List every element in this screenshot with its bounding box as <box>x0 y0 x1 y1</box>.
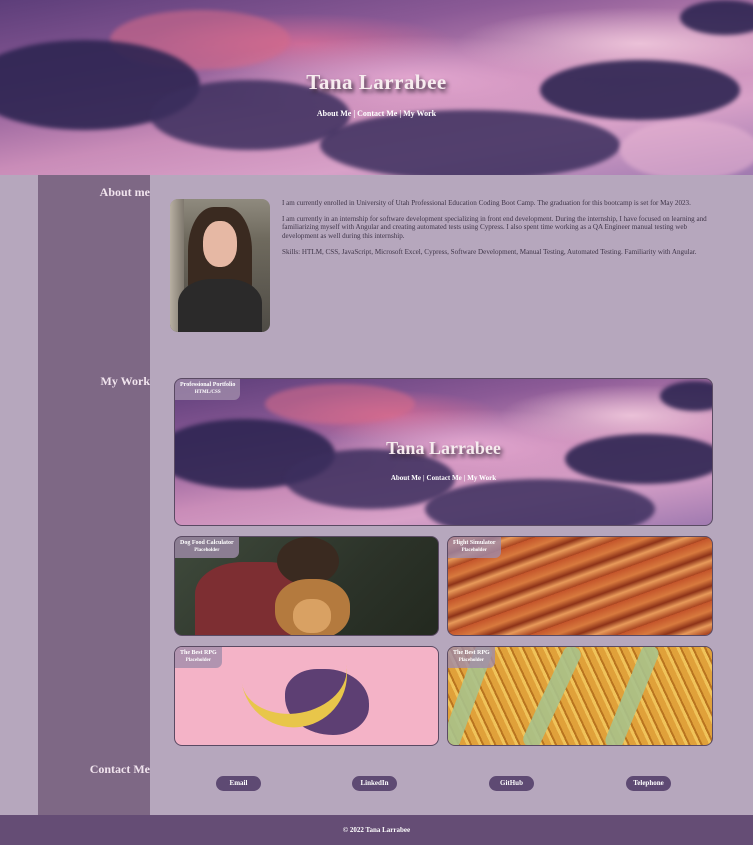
photo-body <box>178 279 262 332</box>
photo-person-head <box>277 537 339 585</box>
preview-nav-item: Contact Me <box>426 474 462 482</box>
section-sidebar: About me My Work Contact Me <box>38 175 150 815</box>
project-subtitle: Placeholder <box>458 658 484 663</box>
project-title: The Best RPG <box>453 650 490 656</box>
about-section-heading: About me <box>99 185 150 199</box>
preview-nav-item: My Work <box>467 474 497 482</box>
nav-link-contact[interactable]: Contact Me <box>357 109 397 118</box>
work-section-heading: My Work <box>100 374 150 388</box>
linkedin-button[interactable]: LinkedIn <box>352 776 397 791</box>
about-paragraph: I am currently enrolled in University of… <box>282 199 691 207</box>
project-title: Dog Food Calculator <box>180 540 234 546</box>
preview-nav-item: About Me <box>390 474 421 482</box>
cloud-decoration <box>265 384 415 424</box>
project-label: Flight Simulator Placeholder <box>448 537 501 558</box>
project-title: Flight Simulator <box>453 540 496 546</box>
site-footer: © 2022 Tana Larrabee <box>0 815 753 845</box>
site-title: Tana Larrabee <box>306 70 447 94</box>
profile-photo <box>170 199 270 332</box>
cloud-decoration <box>620 120 753 175</box>
photo-corn-husk <box>603 647 661 745</box>
about-description: I am currently enrolled in University of… <box>282 199 712 264</box>
email-button[interactable]: Email <box>216 776 261 791</box>
preview-nav: About Me | Contact Me | My Work <box>175 474 712 482</box>
about-paragraph: Skills: HTLM, CSS, JavaScript, Microsoft… <box>282 247 697 256</box>
photo-dog-face <box>293 599 331 633</box>
cloud-decoration <box>660 381 712 411</box>
main-nav: About Me | Contact Me | My Work <box>0 109 753 118</box>
cloud-decoration <box>320 110 620 175</box>
copyright-text: © 2022 Tana Larrabee <box>342 826 411 834</box>
project-card-portfolio[interactable]: Tana Larrabee About Me | Contact Me | My Wor… <box>174 378 713 526</box>
project-title: The Best RPG <box>180 650 217 656</box>
project-label: The Best RPG Placeholder <box>175 647 222 668</box>
photo-face <box>203 221 237 267</box>
project-card-best-rpg-2[interactable]: The Best RPG Placeholder <box>447 646 713 746</box>
nav-link-about[interactable]: About Me <box>317 109 351 118</box>
github-button[interactable]: GitHub <box>489 776 534 791</box>
project-subtitle: Placeholder <box>194 548 220 553</box>
telephone-button[interactable]: Telephone <box>626 776 671 791</box>
project-subtitle: Placeholder <box>185 658 211 663</box>
preview-site-title: Tana Larrabee <box>386 438 501 458</box>
project-label: The Best RPG Placeholder <box>448 647 495 668</box>
cloud-decoration <box>425 479 655 525</box>
photo-corn-husk <box>520 647 584 745</box>
project-card-best-rpg[interactable]: The Best RPG Placeholder <box>174 646 439 746</box>
cloud-decoration <box>680 0 753 35</box>
project-label: Dog Food Calculator Placeholder <box>175 537 239 558</box>
site-header: Tana Larrabee About Me | Contact Me | My Wor… <box>0 0 753 175</box>
about-paragraph: I am currently in an internship for soft… <box>282 215 707 240</box>
contact-section-heading: Contact Me <box>89 762 150 776</box>
project-subtitle: HTML/CSS <box>194 390 221 395</box>
project-card-flight-simulator[interactable]: Flight Simulator Placeholder <box>447 536 713 636</box>
project-title: Professional Portfolio <box>180 382 236 388</box>
nav-link-work[interactable]: My Work <box>403 109 436 118</box>
project-label: Professional Portfolio HTML/CSS <box>175 379 241 400</box>
project-subtitle: Placeholder <box>461 548 487 553</box>
project-card-dog-food-calculator[interactable]: Dog Food Calculator Placeholder <box>174 536 439 636</box>
